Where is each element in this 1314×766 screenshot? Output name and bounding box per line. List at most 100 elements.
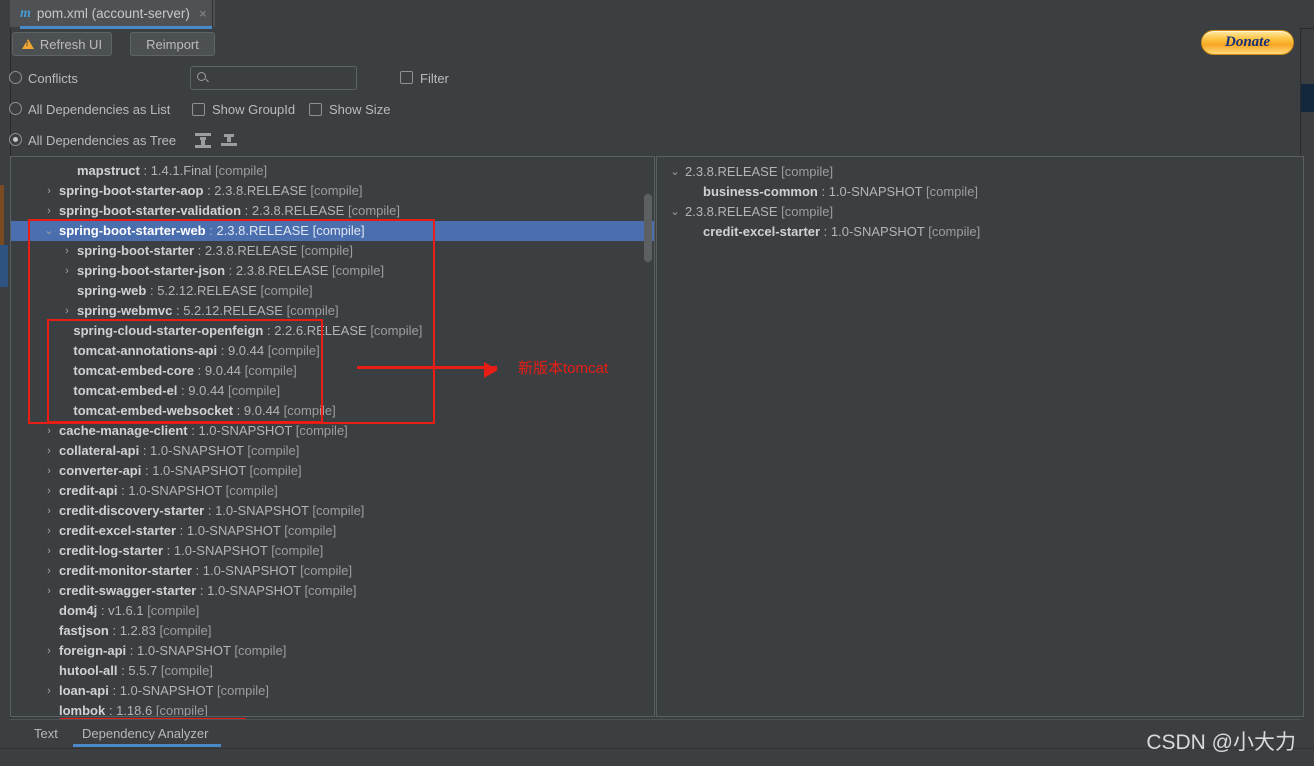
tree-expand-arrow[interactable]: ›: [43, 641, 55, 661]
tree-expand-arrow[interactable]: ⌄: [669, 202, 681, 222]
tree-row[interactable]: fastjson : 1.2.83 [compile]: [11, 621, 654, 641]
tree-row-label: spring-cloud-starter-openfeign : 2.2.6.R…: [73, 323, 423, 338]
left-strip-accent-blue: [0, 245, 8, 287]
tree-row-label: credit-swagger-starter : 1.0-SNAPSHOT [c…: [59, 583, 357, 598]
tree-expand-arrow[interactable]: ⌄: [43, 221, 55, 241]
tree-row[interactable]: lombok : 1.18.6 [compile]: [11, 701, 654, 716]
dependency-usages-rows[interactable]: ⌄ 2.3.8.RELEASE [compile] business-common …: [657, 157, 1303, 716]
tree-row[interactable]: › spring-boot-starter : 2.3.8.RELEASE [co…: [11, 241, 654, 261]
tree-expand-arrow[interactable]: ›: [43, 481, 55, 501]
tree-row-label: lombok : 1.18.6 [compile]: [59, 703, 208, 716]
tree-row-label: credit-discovery-starter : 1.0-SNAPSHOT …: [59, 503, 365, 518]
tab-active-underline: [20, 26, 212, 29]
tree-row[interactable]: › cache-manage-client : 1.0-SNAPSHOT [com…: [11, 421, 654, 441]
tree-expand-arrow[interactable]: ›: [43, 521, 55, 541]
dependency-tree-rows[interactable]: mapstruct : 1.4.1.Final [compile] › spring…: [11, 157, 654, 716]
bottom-tab-bar: Text Dependency Analyzer: [10, 719, 1301, 748]
tree-expand-arrow[interactable]: ›: [61, 241, 73, 261]
tree-row[interactable]: › foreign-api : 1.0-SNAPSHOT [compile]: [11, 641, 654, 661]
left-tree-scrollbar[interactable]: [643, 158, 653, 715]
tree-expand-arrow[interactable]: ›: [43, 441, 55, 461]
dependency-usages-panel[interactable]: ⌄ 2.3.8.RELEASE [compile] business-common …: [656, 156, 1304, 717]
tree-row[interactable]: › spring-boot-starter-aop : 2.3.8.RELEASE…: [11, 181, 654, 201]
tree-row-label: hutool-all : 5.5.7 [compile]: [59, 663, 213, 678]
radio-conflicts[interactable]: [9, 71, 22, 84]
tree-row[interactable]: mapstruct : 1.4.1.Final [compile]: [11, 161, 654, 181]
reimport-button[interactable]: Reimport: [130, 32, 215, 56]
tree-row[interactable]: tomcat-embed-websocket : 9.0.44 [compile…: [11, 401, 654, 421]
tree-expand-arrow[interactable]: ›: [43, 581, 55, 601]
dependency-tree-panel[interactable]: mapstruct : 1.4.1.Final [compile] › spring…: [10, 156, 655, 717]
right-strip-top: [1301, 0, 1314, 29]
tree-row[interactable]: › credit-api : 1.0-SNAPSHOT [compile]: [11, 481, 654, 501]
left-strip-accent: [0, 185, 4, 245]
tree-row-label: spring-boot-starter-json : 2.3.8.RELEASE…: [77, 263, 385, 278]
collapse-all-icon[interactable]: [220, 132, 238, 150]
tree-row-label: cache-manage-client : 1.0-SNAPSHOT [comp…: [59, 423, 348, 438]
tree-row[interactable]: › credit-excel-starter : 1.0-SNAPSHOT [co…: [11, 521, 654, 541]
tree-row[interactable]: › converter-api : 1.0-SNAPSHOT [compile]: [11, 461, 654, 481]
tree-row-label: spring-webmvc : 5.2.12.RELEASE [compile]: [77, 303, 339, 318]
tree-expand-arrow[interactable]: ›: [43, 561, 55, 581]
annotation-label: 新版本tomcat: [518, 360, 609, 377]
tree-expand-arrow[interactable]: ›: [43, 201, 55, 221]
tree-row-label: dom4j : v1.6.1 [compile]: [59, 603, 200, 618]
refresh-ui-label: Refresh UI: [39, 36, 103, 52]
tree-row-label: foreign-api : 1.0-SNAPSHOT [compile]: [59, 643, 287, 658]
checkbox-show-groupid[interactable]: [192, 103, 205, 116]
tree-row[interactable]: tomcat-embed-el : 9.0.44 [compile]: [11, 381, 654, 401]
tree-row[interactable]: › credit-discovery-starter : 1.0-SNAPSHOT…: [11, 501, 654, 521]
radio-all-dependencies-as-list[interactable]: [9, 102, 22, 115]
checkbox-show-size[interactable]: [309, 103, 322, 116]
left-tree-scroll-thumb[interactable]: [644, 194, 652, 262]
tree-row[interactable]: › spring-webmvc : 5.2.12.RELEASE [compile…: [11, 301, 654, 321]
tree-row[interactable]: › collateral-api : 1.0-SNAPSHOT [compile]: [11, 441, 654, 461]
maven-icon: m: [20, 5, 31, 21]
tree-expand-arrow[interactable]: ›: [61, 261, 73, 281]
tab-dependency-analyzer-label: Dependency Analyzer: [82, 726, 209, 741]
watermark: CSDN @小大力: [1146, 731, 1296, 754]
tree-row-label: 2.3.8.RELEASE [compile]: [685, 204, 834, 219]
tab-pom-xml[interactable]: m pom.xml (account-server) ×: [10, 0, 215, 27]
tree-expand-arrow[interactable]: ›: [43, 461, 55, 481]
refresh-ui-button[interactable]: Refresh UI: [12, 32, 112, 56]
tree-row[interactable]: › spring-boot-starter-validation : 2.3.8.…: [11, 201, 654, 221]
tree-expand-arrow[interactable]: ›: [43, 681, 55, 701]
tree-row[interactable]: dom4j : v1.6.1 [compile]: [11, 601, 654, 621]
tree-row[interactable]: › credit-monitor-starter : 1.0-SNAPSHOT […: [11, 561, 654, 581]
tree-expand-arrow[interactable]: ›: [43, 421, 55, 441]
tree-row[interactable]: › credit-log-starter : 1.0-SNAPSHOT [comp…: [11, 541, 654, 561]
tree-row-label: credit-api : 1.0-SNAPSHOT [compile]: [59, 483, 278, 498]
tree-expand-arrow[interactable]: ›: [61, 301, 73, 321]
donate-button[interactable]: Donate: [1201, 30, 1294, 55]
search-input[interactable]: [190, 66, 357, 90]
tree-row[interactable]: spring-cloud-starter-openfeign : 2.2.6.R…: [11, 321, 654, 341]
tree-row[interactable]: ⌄ 2.3.8.RELEASE [compile]: [657, 202, 1303, 222]
tree-expand-arrow[interactable]: ›: [43, 501, 55, 521]
tree-row-label: mapstruct : 1.4.1.Final [compile]: [77, 163, 268, 178]
label-all-dependencies-as-tree: All Dependencies as Tree: [28, 133, 177, 148]
close-icon[interactable]: ×: [199, 7, 207, 20]
tree-row[interactable]: ⌄ 2.3.8.RELEASE [compile]: [657, 162, 1303, 182]
tree-expand-arrow[interactable]: ›: [43, 181, 55, 201]
tree-row[interactable]: › loan-api : 1.0-SNAPSHOT [compile]: [11, 681, 654, 701]
tree-row[interactable]: spring-web : 5.2.12.RELEASE [compile]: [11, 281, 654, 301]
tree-row-label: business-common : 1.0-SNAPSHOT [compile]: [703, 184, 979, 199]
tab-text[interactable]: Text: [22, 720, 70, 747]
tree-row[interactable]: › credit-swagger-starter : 1.0-SNAPSHOT […: [11, 581, 654, 601]
tab-separator: [212, 0, 213, 27]
expand-all-icon[interactable]: [194, 132, 212, 150]
radio-all-dependencies-as-tree[interactable]: [9, 133, 22, 146]
tree-row[interactable]: business-common : 1.0-SNAPSHOT [compile]: [657, 182, 1303, 202]
tree-expand-arrow[interactable]: ⌄: [669, 162, 681, 182]
tree-row[interactable]: › spring-boot-starter-json : 2.3.8.RELEAS…: [11, 261, 654, 281]
tab-dependency-analyzer[interactable]: Dependency Analyzer: [70, 720, 220, 747]
tree-expand-arrow[interactable]: ›: [43, 541, 55, 561]
checkbox-filter[interactable]: [400, 71, 413, 84]
tree-row[interactable]: hutool-all : 5.5.7 [compile]: [11, 661, 654, 681]
tree-row-label: tomcat-embed-core : 9.0.44 [compile]: [73, 363, 297, 378]
tree-row[interactable]: credit-excel-starter : 1.0-SNAPSHOT [com…: [657, 222, 1303, 242]
status-bar: [0, 748, 1314, 766]
tree-row[interactable]: ⌄ spring-boot-starter-web : 2.3.8.RELEASE…: [11, 221, 654, 241]
tree-row-label: credit-monitor-starter : 1.0-SNAPSHOT [c…: [59, 563, 353, 578]
